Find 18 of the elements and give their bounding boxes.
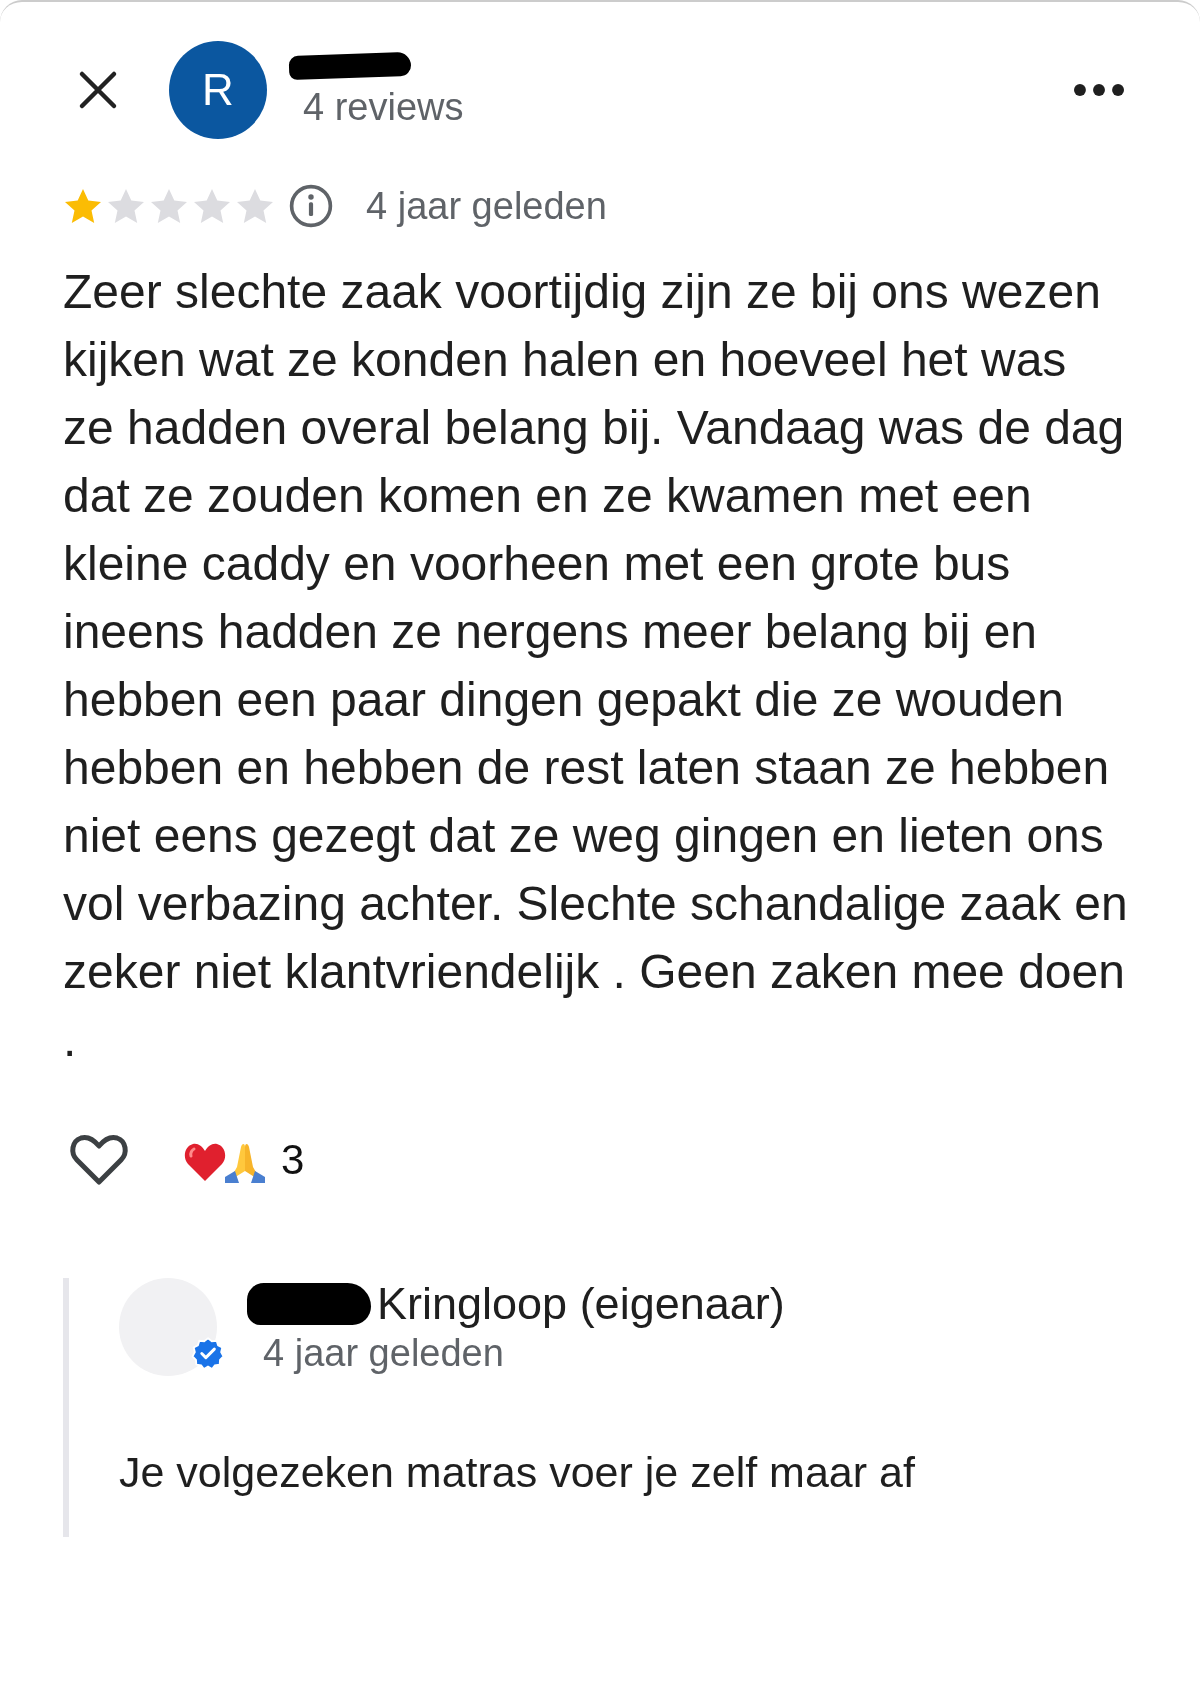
review-text: Zeer slechte zaak voortijdig zijn ze bij ons wezen kijken wat ze konden halen en hoeveel het was ze hadden overal belang bij. Vandaag was de dag dat ze zouden komen en ze kwamen met een kleine caddy en voorheen met een grote bus ineens hadden ze nergens meer belang bij en hebben een paar dingen gepakt die ze wouden hebben en hebben de rest laten staan ze hebben niet eens gezegt dat ze weg gingen en lieten ons vol verbazing achter. Slechte schandalige zaak en zeker niet klantvriendelijk . Geen zaken mee doen .: [63, 264, 1129, 1068]
review-time: 4 jaar geleden: [366, 184, 607, 228]
star-icon: [63, 187, 103, 225]
more-icon[interactable]: [1074, 84, 1124, 96]
star-icon: [192, 187, 232, 225]
reply-text: Je volgezeken matras voer je zelf maar af: [119, 1448, 916, 1497]
avatar: R: [169, 41, 267, 139]
owner-name: Kringloop (eigenaar): [377, 1278, 785, 1330]
star-icon: [149, 187, 189, 225]
close-icon[interactable]: [78, 70, 118, 110]
star-icon: [235, 187, 275, 225]
heart-icon: [183, 1141, 227, 1183]
info-icon[interactable]: [289, 184, 333, 228]
star-icon: [106, 187, 146, 225]
reaction-count: 3: [281, 1136, 305, 1184]
reply-time: 4 jaar geleden: [263, 1332, 505, 1375]
review-count[interactable]: 4 reviews: [303, 85, 464, 129]
heart-icon[interactable]: [69, 1132, 129, 1188]
